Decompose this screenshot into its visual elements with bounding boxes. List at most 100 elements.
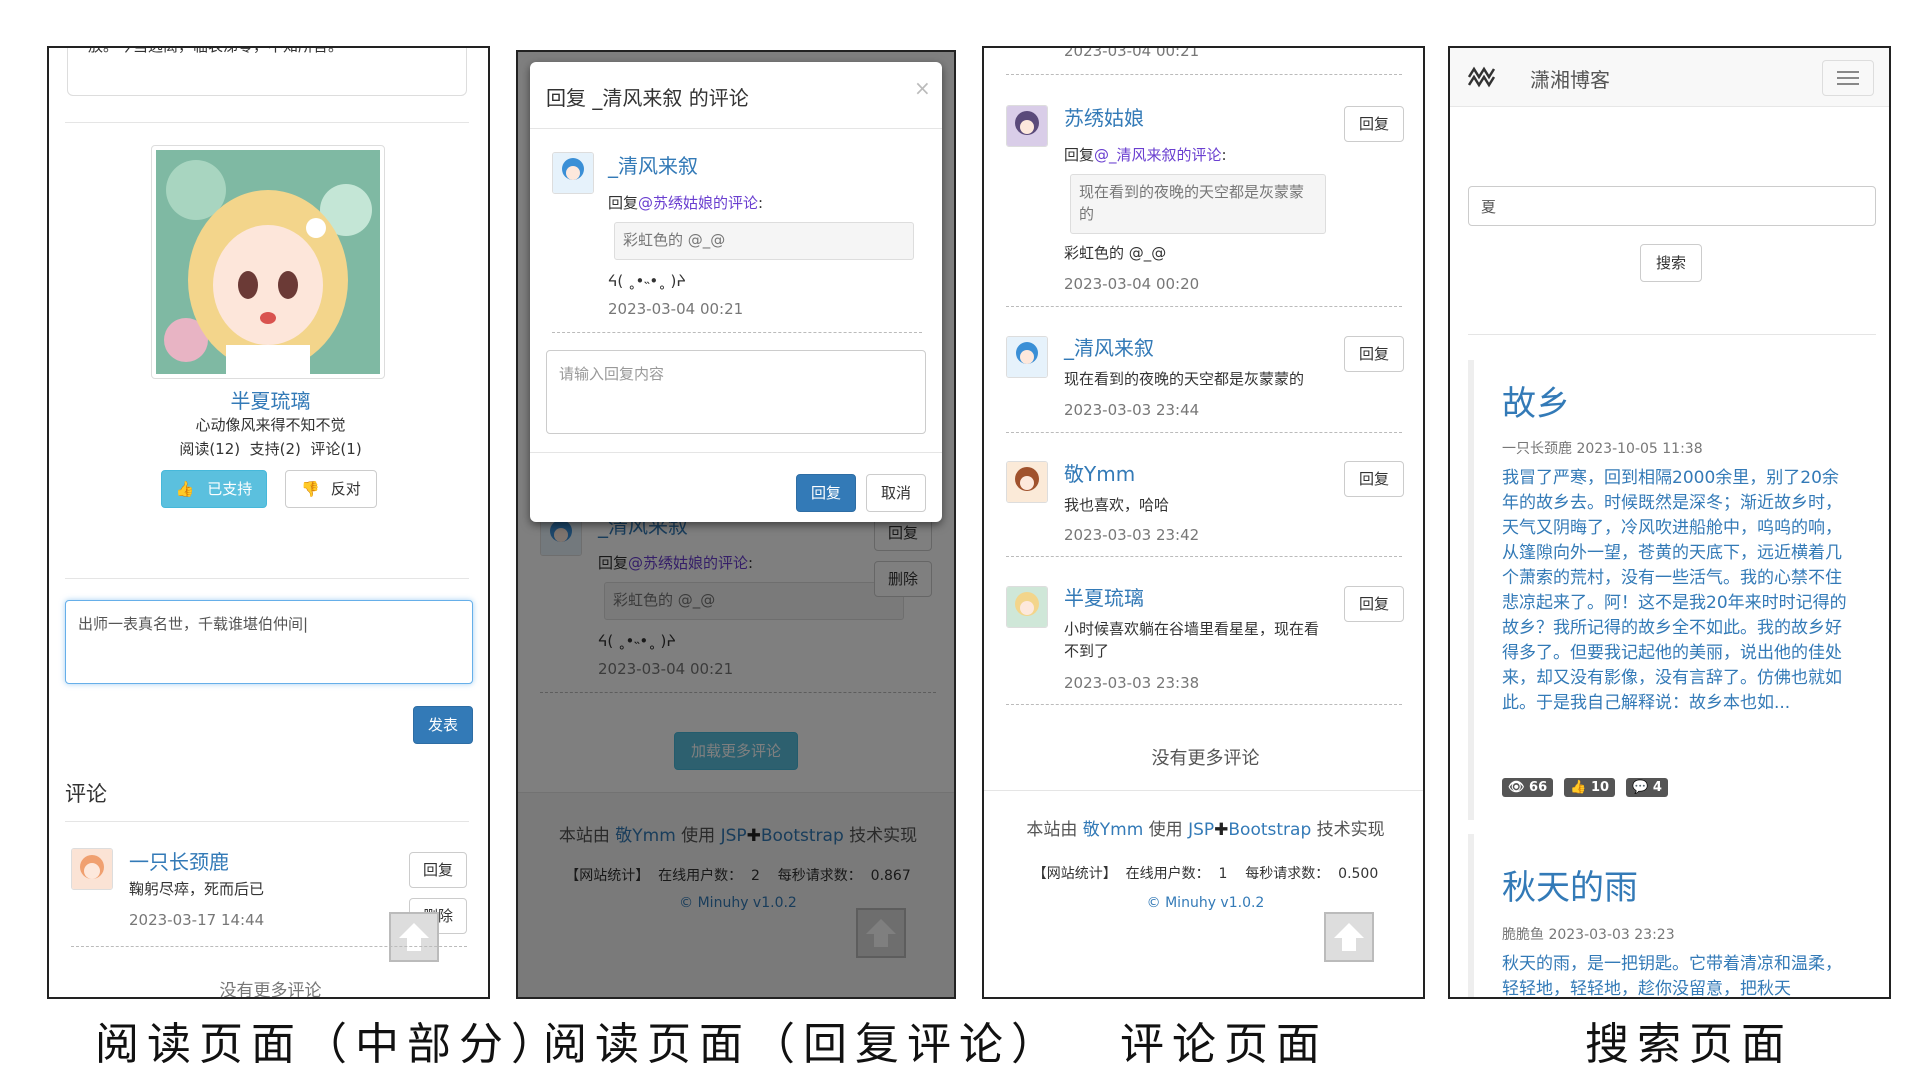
scroll-to-top-button[interactable] (389, 912, 439, 962)
article-text-fragment: 放。今当远离，临表涕零，不知所言。 (88, 46, 344, 55)
divider (65, 821, 469, 822)
comment-input[interactable]: 出师一表真名世，千载谁堪伯仲间| (65, 600, 473, 684)
support-label: 已支持 (207, 480, 253, 498)
commenter-avatar (71, 848, 113, 890)
comment-author[interactable]: _清风来叙 (1064, 332, 1154, 361)
reply-content-input[interactable]: 请输入回复内容 (546, 350, 926, 434)
modal-reply-button[interactable]: 回复 (796, 474, 856, 512)
modal-quoted-comment: 彩虹色的 @_@ (614, 222, 914, 260)
reply-target-link[interactable]: @_清风来叙的评论 (1094, 146, 1222, 164)
commenter-avatar (1006, 105, 1048, 147)
comment-icon: 💬 (1632, 780, 1649, 795)
comment-author[interactable]: 一只长颈鹿 (129, 846, 229, 875)
comment-separator (552, 332, 922, 333)
commenter-avatar (1006, 586, 1048, 628)
panel-reading-reply-modal: _清风来叙 回复@苏绣姑娘的评论: 彩虹色的 @_@ ᔦ( ˳•˵•˳ )ᔨ 2… (516, 50, 956, 999)
comment-separator (1006, 704, 1402, 705)
reply-prefix: 回复 (1064, 146, 1095, 164)
divider (65, 122, 469, 123)
caption-panel-2: 阅读页面（回复评论） (543, 1019, 1063, 1070)
comment-separator (1006, 556, 1402, 557)
views-badge: 👁 66 (1502, 778, 1554, 797)
caption-panel-3: 评论页面 (1120, 1019, 1328, 1070)
scroll-to-top-button[interactable] (1324, 912, 1374, 962)
comment-text: 彩虹色的 @_@ (1064, 244, 1167, 262)
search-button[interactable]: 搜索 (1640, 244, 1702, 282)
caption-panel-1: 阅读页面（中部分） (95, 1019, 563, 1070)
reply-button[interactable]: 回复 (1344, 106, 1404, 142)
result-excerpt[interactable]: 我冒了严寒，回到相隔2000余里，别了20余年的故乡去。时候既然是深冬；渐近故乡… (1502, 466, 1852, 716)
comment-author[interactable]: 苏绣姑娘 (1064, 102, 1144, 131)
reply-button[interactable]: 回复 (1344, 461, 1404, 497)
modal-header-divider (530, 128, 942, 129)
comment-time: 2023-03-17 14:44 (129, 911, 265, 929)
reply-suffix: : (1221, 146, 1227, 164)
footer-stats: 【网站统计】 在线用户数： 1 每秒请求数： 0.500 (1032, 866, 1379, 882)
comment-time: 2023-03-03 23:44 (1064, 401, 1200, 419)
commenter-avatar (1006, 336, 1048, 378)
footer-mid: 使用 (1148, 820, 1183, 840)
modal-footer-divider (530, 452, 942, 453)
comment-text: 现在看到的夜晚的天空都是灰蒙蒙的 (1064, 370, 1305, 388)
oppose-label: 反对 (330, 480, 361, 498)
footer-author-link[interactable]: 敬Ymm (1083, 820, 1144, 840)
comments-count: 4 (1652, 780, 1662, 795)
footer-credit: 本站由 敬Ymm 使用 JSP✚Bootstrap 技术实现 (984, 815, 1423, 840)
result-title[interactable]: 故乡 (1502, 376, 1570, 425)
author-name[interactable]: 半夏琉璃 (49, 385, 488, 414)
comment-separator (1006, 432, 1402, 433)
likes-badge: 👍 10 (1564, 778, 1616, 797)
panel-reading-middle: 放。今当远离，临表涕零，不知所言。 半夏琉璃 心动像风来得不知不觉 阅读(12)… (47, 46, 490, 999)
anime-girl-avatar-image (156, 150, 380, 374)
commenter-avatar (1006, 461, 1048, 503)
thumbs-up-icon: 👍 (175, 480, 195, 498)
no-more-comments: 没有更多评论 (1151, 748, 1260, 769)
search-result-card[interactable]: 故乡 一只长颈鹿 2023-10-05 11:38 我冒了严寒，回到相隔2000… (1468, 360, 1889, 820)
thumbs-up-icon: 👍 (1570, 780, 1587, 795)
comment-text: 鞠躬尽瘁，死而后已 (129, 880, 265, 898)
oppose-button[interactable]: 👎 反对 (285, 470, 377, 508)
comment-separator (1006, 74, 1402, 75)
eye-icon: 👁 (1508, 780, 1525, 795)
modal-cancel-button[interactable]: 取消 (866, 474, 926, 512)
comment-author[interactable]: 敬Ymm (1064, 458, 1135, 487)
reply-suffix: : (758, 194, 764, 212)
footer-bootstrap-link[interactable]: Bootstrap (1228, 820, 1311, 840)
plus-icon: ✚ (1214, 820, 1229, 840)
user-avatar-icon (72, 849, 112, 889)
search-result-card[interactable]: 秋天的雨 脆脆鱼 2023-03-03 23:23 秋天的雨，是一把钥匙。它带着… (1468, 834, 1889, 997)
navbar-toggle-button[interactable] (1822, 60, 1874, 96)
reply-target-link[interactable]: @苏绣姑娘的评论 (638, 194, 758, 212)
search-input[interactable]: 夏 (1468, 186, 1876, 226)
comment-time: 2023-03-03 23:38 (1064, 674, 1200, 692)
modal-comment-author[interactable]: _清风来叙 (608, 150, 698, 179)
modal-comment-reply-line: 回复@苏绣姑娘的评论: (608, 192, 763, 213)
publish-button[interactable]: 发表 (413, 706, 473, 744)
brand-name[interactable]: 潇湘博客 (1530, 64, 1610, 93)
article-card-bottom: 放。今当远离，临表涕零，不知所言。 (67, 46, 467, 96)
result-excerpt[interactable]: 秋天的雨，是一把钥匙。它带着清凉和温柔，轻轻地，轻轻地，趁你没留意，把秋天 (1502, 952, 1852, 997)
panel-search-page: 潇湘博客 夏 搜索 故乡 一只长颈鹿 2023-10-05 11:38 我冒了严… (1448, 46, 1891, 999)
reply-button[interactable]: 回复 (1344, 586, 1404, 622)
user-avatar-icon (1007, 106, 1047, 146)
comment-text: 小时候喜欢躺在谷墙里看星星，现在看不到了 (1064, 620, 1320, 660)
quoted-comment: 现在看到的夜晚的天空都是灰蒙蒙的 (1070, 174, 1326, 234)
author-avatar-large (151, 145, 385, 379)
divider (1468, 334, 1876, 335)
footer-copyright[interactable]: © Minuhy v1.0.2 (984, 895, 1423, 911)
comment-separator (1006, 306, 1402, 307)
support-button[interactable]: 👍 已支持 (161, 470, 267, 508)
reply-prefix: 回复 (608, 194, 639, 212)
comments-heading: 评论 (65, 782, 107, 806)
user-avatar-icon (1007, 587, 1047, 627)
comment-author[interactable]: 半夏琉璃 (1064, 582, 1144, 611)
modal-close-icon[interactable]: × (914, 76, 931, 100)
reply-button[interactable]: 回复 (1344, 336, 1404, 372)
previous-comment-time: 2023-03-04 00:21 (1064, 46, 1200, 60)
result-title[interactable]: 秋天的雨 (1502, 860, 1638, 909)
brand-logo-icon (1468, 66, 1496, 88)
comment-time: 2023-03-03 23:42 (1064, 526, 1200, 544)
reply-button[interactable]: 回复 (409, 852, 467, 888)
result-meta: 脆脆鱼 2023-03-03 23:23 (1502, 927, 1675, 943)
footer-jsp-link[interactable]: JSP (1188, 820, 1214, 840)
